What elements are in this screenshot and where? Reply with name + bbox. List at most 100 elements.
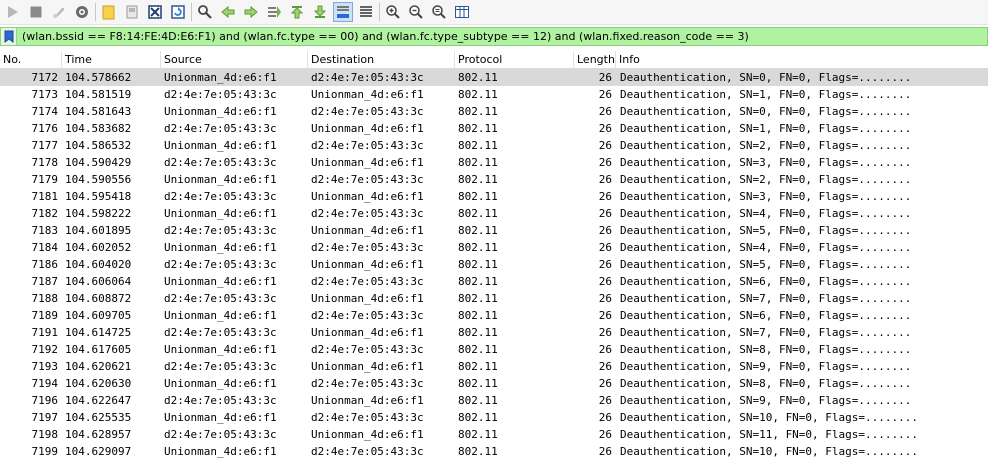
start-capture-button[interactable]	[3, 2, 23, 22]
stop-capture-button[interactable]	[26, 2, 46, 22]
column-header-length[interactable]: Length	[574, 51, 616, 69]
cell-protocol: 802.11	[458, 360, 498, 373]
packet-row[interactable]: 7194 104.620630 Unionman_4d:e6:f1 d2:4e:7e:…	[0, 375, 988, 392]
cell-protocol: 802.11	[458, 241, 498, 254]
cell-source: d2:4e:7e:05:43:3c	[164, 190, 277, 203]
cell-time: 104.595418	[65, 190, 132, 203]
toolbar-separator	[379, 3, 380, 21]
packet-row[interactable]: 7172 104.578662 Unionman_4d:e6:f1 d2:4e:7e:…	[0, 69, 988, 86]
cell-info: Deauthentication, SN=1, FN=0, Flags=....…	[620, 88, 912, 101]
cell-no: 7188	[31, 292, 59, 305]
cell-destination: Unionman_4d:e6:f1	[311, 360, 424, 373]
stop-capture-icon	[30, 6, 42, 18]
save-file-button[interactable]	[122, 2, 142, 22]
packet-row[interactable]: 7182 104.598222 Unionman_4d:e6:f1 d2:4e:7e:…	[0, 205, 988, 222]
cell-destination: Unionman_4d:e6:f1	[311, 394, 424, 407]
go-forward-button[interactable]	[241, 2, 261, 22]
cell-no: 7179	[31, 173, 59, 186]
packet-row[interactable]: 7181 104.595418 d2:4e:7e:05:43:3c Unionman_…	[0, 188, 988, 205]
go-first-packet-button[interactable]	[287, 2, 307, 22]
find-packet-button[interactable]	[195, 2, 215, 22]
cell-time: 104.617605	[65, 343, 132, 356]
packet-row[interactable]: 7173 104.581519 d2:4e:7e:05:43:3c Unionman_…	[0, 86, 988, 103]
packet-row[interactable]: 7183 104.601895 d2:4e:7e:05:43:3c Unionman_…	[0, 222, 988, 239]
cell-source: Unionman_4d:e6:f1	[164, 343, 277, 356]
cell-destination: Unionman_4d:e6:f1	[311, 190, 424, 203]
capture-options-button[interactable]	[72, 2, 92, 22]
packet-row[interactable]: 7186 104.604020 d2:4e:7e:05:43:3c Unionman_…	[0, 256, 988, 273]
packet-row[interactable]: 7188 104.608872 d2:4e:7e:05:43:3c Unionman_…	[0, 290, 988, 307]
packet-row[interactable]: 7177 104.586532 Unionman_4d:e6:f1 d2:4e:7e:…	[0, 137, 988, 154]
packet-row[interactable]: 7179 104.590556 Unionman_4d:e6:f1 d2:4e:7e:…	[0, 171, 988, 188]
autoscroll-icon	[337, 6, 349, 18]
colorize-button[interactable]	[356, 2, 376, 22]
column-header-source[interactable]: Source	[161, 51, 308, 69]
cell-no: 7193	[31, 360, 59, 373]
cell-protocol: 802.11	[458, 377, 498, 390]
cell-no: 7194	[31, 377, 59, 390]
cell-source: Unionman_4d:e6:f1	[164, 377, 277, 390]
zoom-normal-icon	[432, 5, 446, 19]
go-last-packet-button[interactable]	[310, 2, 330, 22]
cell-source: Unionman_4d:e6:f1	[164, 207, 277, 220]
cell-destination: Unionman_4d:e6:f1	[311, 428, 424, 441]
column-header-time[interactable]: Time	[62, 51, 161, 69]
packet-row[interactable]: 7191 104.614725 d2:4e:7e:05:43:3c Unionman_…	[0, 324, 988, 341]
cell-info: Deauthentication, SN=8, FN=0, Flags=....…	[620, 377, 912, 390]
go-back-button[interactable]	[218, 2, 238, 22]
column-header-no[interactable]: No.	[0, 51, 62, 69]
packet-row[interactable]: 7198 104.628957 d2:4e:7e:05:43:3c Unionman_…	[0, 426, 988, 443]
cell-length: 26	[598, 190, 612, 203]
cell-destination: d2:4e:7e:05:43:3c	[311, 377, 424, 390]
zoom-normal-button[interactable]	[429, 2, 449, 22]
cell-source: d2:4e:7e:05:43:3c	[164, 428, 277, 441]
column-header-destination[interactable]: Destination	[308, 51, 455, 69]
zoom-out-button[interactable]	[406, 2, 426, 22]
packet-row[interactable]: 7196 104.622647 d2:4e:7e:05:43:3c Unionman_…	[0, 392, 988, 409]
open-file-button[interactable]	[99, 2, 119, 22]
cell-info: Deauthentication, SN=5, FN=0, Flags=....…	[620, 224, 912, 237]
cell-source: Unionman_4d:e6:f1	[164, 173, 277, 186]
reload-file-button[interactable]	[168, 2, 188, 22]
go-to-packet-button[interactable]	[264, 2, 284, 22]
cell-destination: Unionman_4d:e6:f1	[311, 292, 424, 305]
column-header-info[interactable]: Info	[616, 51, 988, 69]
display-filter-input[interactable]: (wlan.bssid == F8:14:FE:4D:E6:F1) and (w…	[17, 30, 749, 43]
close-file-button[interactable]	[145, 2, 165, 22]
cell-length: 26	[598, 88, 612, 101]
close-file-icon	[148, 5, 162, 19]
toolbar-separator	[95, 3, 96, 21]
cell-length: 26	[598, 156, 612, 169]
cell-length: 26	[598, 377, 612, 390]
bookmark-icon	[4, 30, 13, 43]
resize-columns-button[interactable]	[452, 2, 472, 22]
restart-capture-button[interactable]	[49, 2, 69, 22]
cell-info: Deauthentication, SN=5, FN=0, Flags=....…	[620, 258, 912, 271]
packet-row[interactable]: 7184 104.602052 Unionman_4d:e6:f1 d2:4e:7e:…	[0, 239, 988, 256]
cell-protocol: 802.11	[458, 343, 498, 356]
packet-row[interactable]: 7199 104.629097 Unionman_4d:e6:f1 d2:4e:7e:…	[0, 443, 988, 460]
cell-no: 7178	[31, 156, 59, 169]
cell-time: 104.629097	[65, 445, 132, 458]
cell-no: 7189	[31, 309, 59, 322]
autoscroll-button[interactable]	[333, 2, 353, 22]
cell-info: Deauthentication, SN=3, FN=0, Flags=....…	[620, 156, 912, 169]
cell-time: 104.590429	[65, 156, 132, 169]
packet-row[interactable]: 7176 104.583682 d2:4e:7e:05:43:3c Unionman_…	[0, 120, 988, 137]
packet-row[interactable]: 7174 104.581643 Unionman_4d:e6:f1 d2:4e:7e:…	[0, 103, 988, 120]
filter-bookmark-button[interactable]	[1, 28, 17, 45]
column-header-protocol[interactable]: Protocol	[455, 51, 574, 69]
go-first-packet-icon	[290, 6, 304, 19]
cell-info: Deauthentication, SN=10, FN=0, Flags=...…	[620, 445, 919, 458]
packet-row[interactable]: 7178 104.590429 d2:4e:7e:05:43:3c Unionman_…	[0, 154, 988, 171]
zoom-in-button[interactable]	[383, 2, 403, 22]
packet-row[interactable]: 7189 104.609705 Unionman_4d:e6:f1 d2:4e:7e:…	[0, 307, 988, 324]
cell-protocol: 802.11	[458, 105, 498, 118]
packet-row[interactable]: 7187 104.606064 Unionman_4d:e6:f1 d2:4e:7e:…	[0, 273, 988, 290]
cell-source: d2:4e:7e:05:43:3c	[164, 360, 277, 373]
packet-row[interactable]: 7197 104.625535 Unionman_4d:e6:f1 d2:4e:7e:…	[0, 409, 988, 426]
packet-row[interactable]: 7193 104.620621 d2:4e:7e:05:43:3c Unionman_…	[0, 358, 988, 375]
packet-row[interactable]: 7192 104.617605 Unionman_4d:e6:f1 d2:4e:7e:…	[0, 341, 988, 358]
cell-time: 104.598222	[65, 207, 132, 220]
zoom-in-icon	[386, 5, 400, 19]
